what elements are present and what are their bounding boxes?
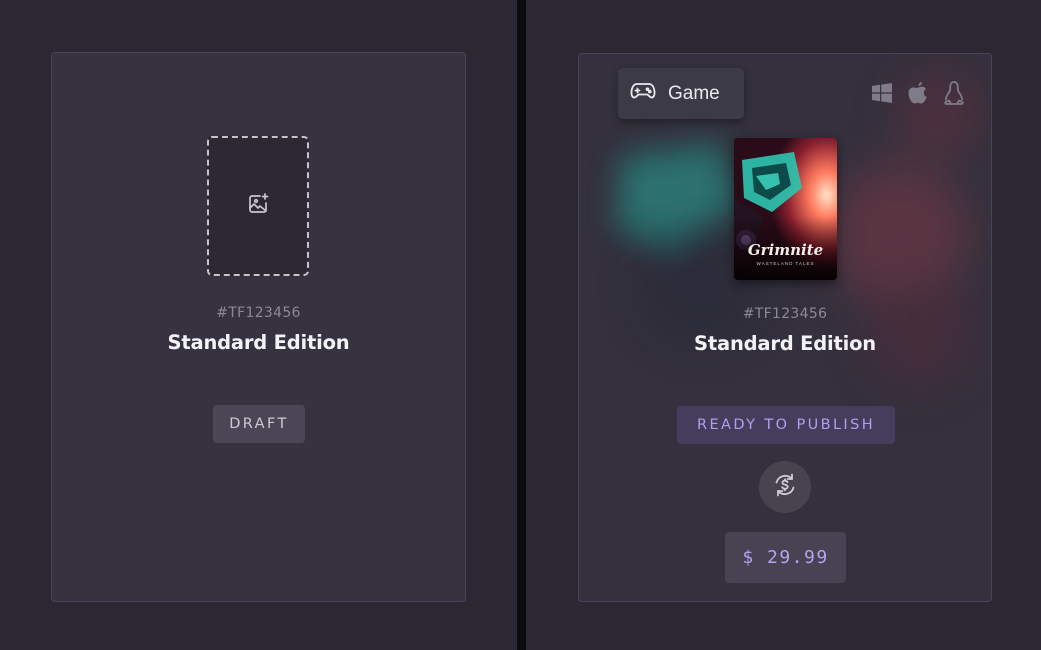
draft-panel: #TF123456 Standard Edition DRAFT (0, 0, 517, 650)
image-upload-placeholder[interactable] (207, 136, 309, 276)
sku-label: #TF123456 (742, 306, 828, 322)
status-badge: READY TO PUBLISH (677, 406, 895, 444)
currency-refresh-icon (772, 472, 798, 503)
cover-title: Grimnite (747, 241, 824, 259)
draft-edition-card[interactable]: #TF123456 Standard Edition DRAFT (51, 52, 466, 602)
windows-icon (871, 82, 893, 109)
sku-label: #TF123456 (216, 305, 301, 321)
cover-subtitle: WASTELAND TALES (756, 261, 815, 266)
linux-icon (943, 80, 965, 111)
platform-icons (871, 80, 965, 111)
card-background-art (614, 69, 984, 389)
apple-icon (907, 81, 929, 110)
price-button[interactable]: $ 29.99 (725, 532, 846, 583)
game-cover-image[interactable]: Grimnite WASTELAND TALES (734, 138, 837, 280)
edition-title: Standard Edition (167, 331, 350, 354)
status-badge: DRAFT (213, 405, 305, 443)
publish-panel: Game Grimnite WASTELAND TALES #TF123456 … (526, 0, 1041, 650)
publish-edition-card[interactable]: Game Grimnite WASTELAND TALES #TF123456 … (578, 53, 992, 602)
add-image-icon (246, 192, 270, 221)
edition-title: Standard Edition (694, 332, 876, 355)
currency-refresh-button[interactable] (759, 461, 811, 513)
product-type-label: Game (668, 82, 720, 104)
product-type-badge[interactable]: Game (618, 68, 744, 119)
gamepad-icon (630, 81, 656, 107)
